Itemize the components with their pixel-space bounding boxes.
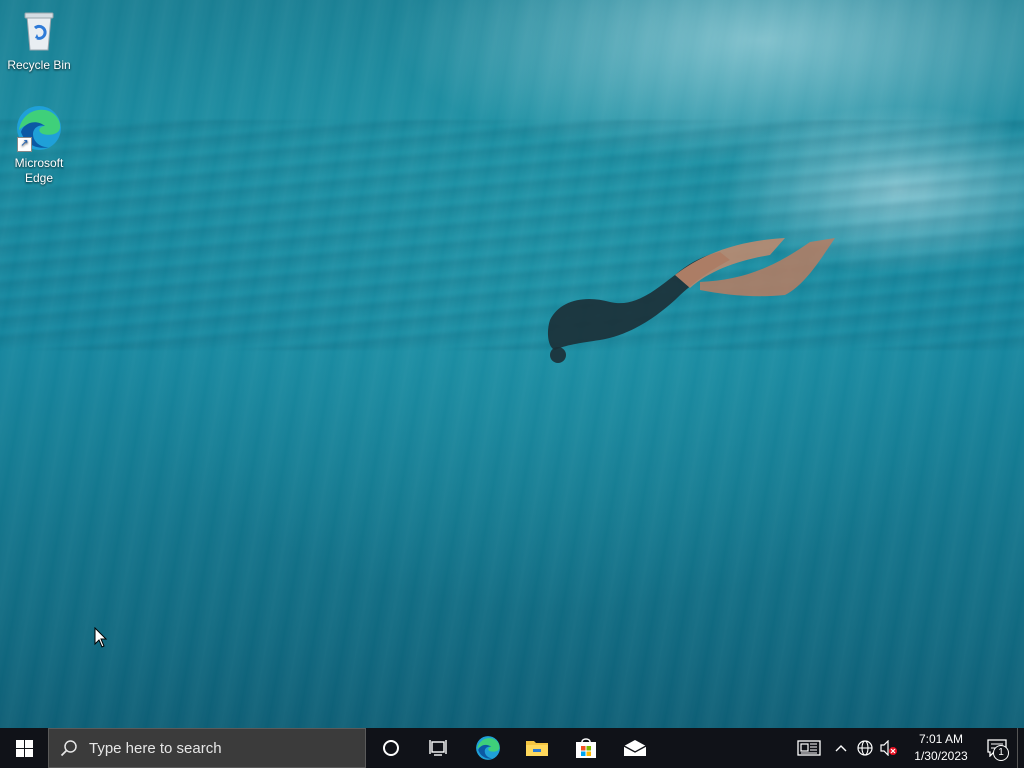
cortana-circle-icon xyxy=(383,740,399,756)
freediver-image xyxy=(547,238,835,363)
news-and-interests-button[interactable] xyxy=(789,728,829,768)
folder-icon xyxy=(525,741,548,756)
edge-icon: ↗ xyxy=(15,104,63,152)
mail-icon xyxy=(623,740,646,756)
start-button[interactable] xyxy=(0,728,48,768)
taskbar-app-file-explorer[interactable] xyxy=(512,728,561,768)
action-center-button[interactable]: 1 xyxy=(977,728,1017,768)
news-and-interests-icon xyxy=(797,740,821,756)
volume-button[interactable] xyxy=(877,728,901,768)
show-hidden-icons-button[interactable] xyxy=(829,728,853,768)
taskbar-clock[interactable]: 7:01 AM 1/30/2023 xyxy=(905,731,977,765)
taskbar-search-box[interactable]: Type here to search xyxy=(48,728,366,768)
desktop-icon-label: Recycle Bin xyxy=(7,58,71,72)
shortcut-arrow-icon: ↗ xyxy=(17,137,32,152)
taskbar-app-mail[interactable] xyxy=(610,728,659,768)
edge-icon xyxy=(475,736,500,760)
search-icon xyxy=(49,739,89,757)
system-tray: 7:01 AM 1/30/2023 1 xyxy=(789,728,1024,768)
desktop-icon-label: Microsoft Edge xyxy=(14,156,64,185)
store-icon xyxy=(575,738,596,758)
desktop-icon-recycle-bin[interactable]: Recycle Bin xyxy=(2,6,76,73)
windows-logo-icon xyxy=(15,739,33,757)
recycle-bin-icon xyxy=(15,6,63,54)
mouse-cursor-icon xyxy=(94,627,108,648)
volume-muted-icon xyxy=(880,740,897,756)
clock-date: 1/30/2023 xyxy=(914,749,968,763)
cortana-button[interactable] xyxy=(367,728,415,768)
taskbar: Type here to search 7:01 AM 1/30/2023 1 xyxy=(0,728,1024,768)
chevron-up-icon xyxy=(835,745,847,752)
task-view-icon xyxy=(429,740,447,756)
search-placeholder: Type here to search xyxy=(89,739,222,757)
desktop-background[interactable]: Recycle Bin ↗ Microsoft Edge xyxy=(0,0,1024,728)
network-button[interactable] xyxy=(853,728,877,768)
clock-time: 7:01 AM xyxy=(918,732,964,746)
task-view-button[interactable] xyxy=(415,728,463,768)
show-desktop-button[interactable] xyxy=(1017,728,1024,768)
notification-count-badge: 1 xyxy=(993,745,1009,761)
network-icon xyxy=(857,740,873,756)
taskbar-app-microsoft-store[interactable] xyxy=(561,728,610,768)
taskbar-app-edge[interactable] xyxy=(463,728,512,768)
light-rays xyxy=(0,0,1024,728)
desktop-icon-microsoft-edge[interactable]: ↗ Microsoft Edge xyxy=(2,104,76,186)
